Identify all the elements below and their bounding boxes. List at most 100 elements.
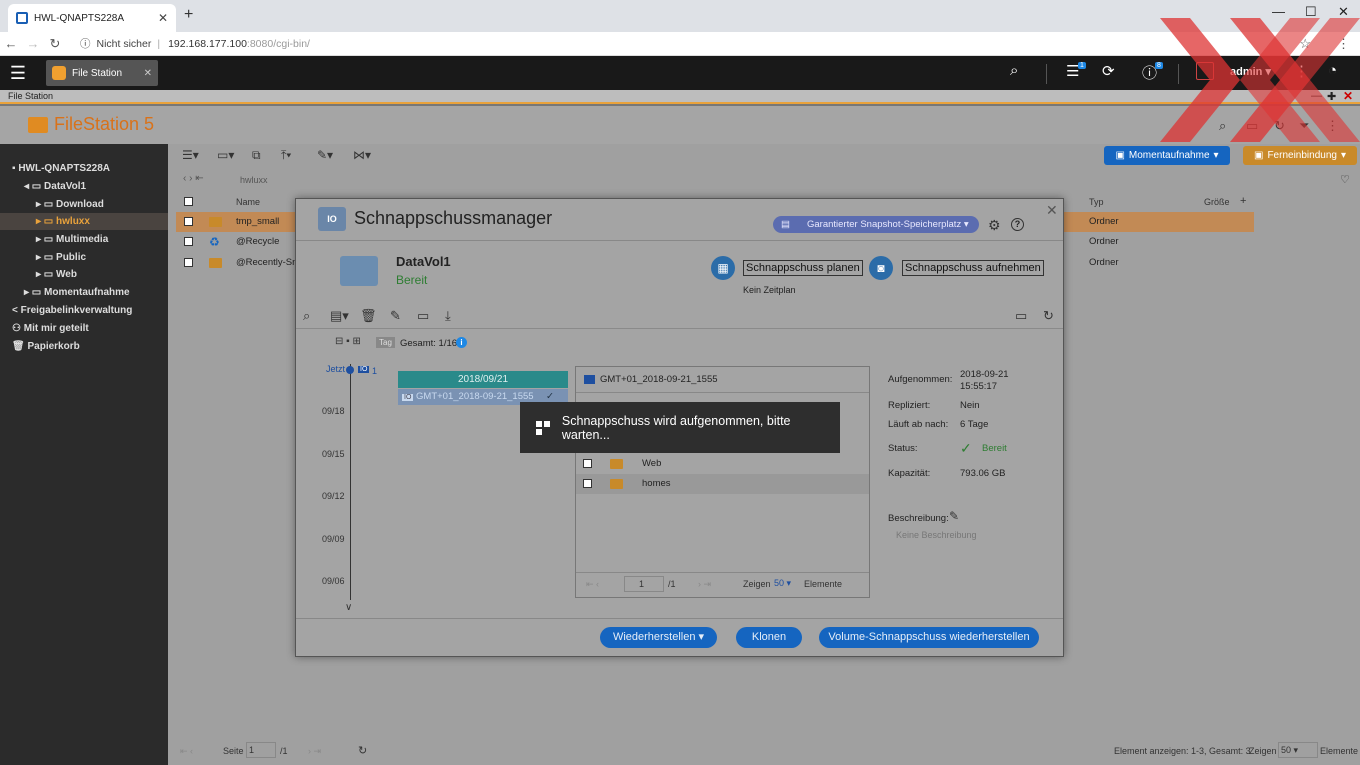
row-checkbox[interactable] — [184, 237, 193, 246]
sidebar-snapshot[interactable]: ▸ ▭ Momentaufnahme — [24, 284, 130, 301]
nav-back-forward-icon[interactable]: ‹ › ⇤ — [183, 173, 204, 184]
sidebar-item-download[interactable]: ▸ ▭ Download — [36, 196, 104, 213]
share-icon[interactable]: ⋈▾ — [353, 148, 371, 162]
row-checkbox[interactable] — [583, 459, 592, 468]
list-item[interactable]: Web — [576, 454, 869, 474]
forward-icon[interactable]: → — [22, 36, 44, 51]
tools-icon[interactable]: ✎▾ — [317, 148, 333, 162]
schedule-status: Kein Zeitplan — [743, 285, 796, 295]
qnap-favicon-icon — [16, 12, 28, 24]
app-header — [0, 106, 1360, 144]
recycle-icon: ♻ — [209, 235, 220, 249]
snapshot-manager-icon: IO — [318, 207, 346, 231]
row-checkbox[interactable] — [184, 217, 193, 226]
edit-description-icon[interactable]: ✎ — [949, 509, 959, 523]
capacity-label: Kapazität: — [888, 468, 931, 479]
help-icon[interactable]: ? — [1011, 218, 1024, 231]
item-summary: Element anzeigen: 1-3, Gesamt: 3 — [1114, 746, 1251, 756]
edit-icon[interactable]: ✎ — [390, 308, 401, 324]
row-checkbox[interactable] — [583, 479, 592, 488]
main-menu-icon[interactable]: ☰ — [0, 63, 36, 84]
separator: | — [157, 37, 161, 50]
remote-mount-button[interactable]: ▣ Ferneinbindung ▾ — [1243, 146, 1357, 165]
clone-button[interactable]: Klonen — [736, 627, 802, 648]
add-column-icon[interactable]: + — [1240, 195, 1246, 207]
sidebar-shared-with-me[interactable]: ⚇ Mit mir geteilt — [12, 320, 89, 337]
storage-icon: ▤ — [781, 219, 790, 230]
sidebar-volume[interactable]: ◂ ▭ DataVol1 — [24, 178, 86, 195]
select-all-checkbox[interactable] — [184, 197, 193, 206]
restore-button[interactable]: Wiederherstellen ▾ — [600, 627, 717, 648]
snapshot-button[interactable]: ▣ Momentaufnahme ▾ — [1104, 146, 1230, 165]
close-tab-icon[interactable]: ✕ — [158, 11, 168, 25]
take-snapshot-button[interactable]: Schnappschuss aufnehmen — [902, 260, 1044, 276]
download-icon[interactable]: ⤓ — [445, 308, 451, 324]
sidebar-volume-label: DataVol1 — [44, 181, 87, 192]
take-snapshot-icon[interactable]: ◙ — [869, 256, 893, 280]
window-view-icon[interactable]: ▭ — [1015, 308, 1027, 324]
schedule-snapshot-button[interactable]: Schnappschuss planen — [743, 260, 863, 276]
security-label[interactable]: Nicht sicher — [97, 38, 152, 50]
new-tab-icon[interactable]: + — [184, 6, 193, 24]
timeline-date: 09/18 — [322, 406, 345, 416]
reload-icon[interactable]: ↻ — [44, 36, 66, 52]
col-name[interactable]: Name — [236, 197, 260, 207]
sidebar-item-public[interactable]: ▸ ▭ Public — [36, 249, 86, 266]
copy-icon[interactable]: ⧉ — [252, 148, 261, 163]
timeline-scroll-down-icon[interactable]: ∨ — [345, 602, 352, 613]
next-page-icon[interactable]: › ⇥ — [308, 746, 321, 757]
url-field[interactable]: 192.168.177.100:8080/cgi-bin/ — [168, 38, 310, 50]
view-list-icon[interactable]: ☰▾ — [182, 148, 199, 162]
sidebar-item-hwluxx[interactable]: ▸ ▭ hwluxx — [0, 213, 168, 230]
page-input[interactable]: 1 — [624, 576, 664, 592]
address-bar: ← → ↻ ⓘ Nicht sicher | 192.168.177.100:8… — [0, 32, 1360, 56]
search-icon[interactable]: ⌕ — [1010, 62, 1018, 79]
timeline-zoom-controls[interactable]: ⊟ ▪ ⊞ — [335, 336, 361, 347]
browser-tab[interactable]: HWL-QNAPTS228A ✕ — [8, 4, 176, 32]
page-input[interactable]: 1 — [246, 742, 276, 758]
first-page-icon[interactable]: ⇤ ‹ — [586, 579, 599, 590]
row-checkbox[interactable] — [184, 258, 193, 267]
col-size[interactable]: Größe — [1204, 197, 1230, 207]
sync-icon[interactable]: ⟳ — [1102, 62, 1115, 80]
app-tab-file-station[interactable]: File Station ✕ — [46, 60, 158, 86]
col-type[interactable]: Typ — [1089, 197, 1104, 207]
timeline-unit[interactable]: Tag — [376, 337, 395, 348]
snapshot-icon: IO — [402, 394, 414, 401]
refresh-icon[interactable]: ↻ — [1043, 308, 1054, 324]
per-page-select[interactable]: 50 ▾ — [772, 576, 800, 592]
file-panel-pager: ⇤ ‹ 1 /1 › ⇥ Zeigen 50 ▾ Elemente — [576, 572, 869, 596]
sidebar-share-links[interactable]: < Freigabelinkverwaltung — [12, 302, 132, 319]
upload-icon[interactable]: ⤒▾ — [281, 148, 291, 163]
volume-restore-button[interactable]: Volume-Schnappschuss wiederherstellen — [819, 627, 1039, 648]
sidebar-item-label: Public — [56, 252, 87, 263]
sidebar-recycle-bin[interactable]: 🗑 Papierkorb — [12, 338, 80, 355]
show-label: Zeigen — [743, 579, 771, 589]
row-type: Ordner — [1089, 236, 1119, 247]
sidebar-host[interactable]: ▪ HWL-QNAPTS228A — [12, 160, 110, 177]
favorite-icon[interactable]: ♡ — [1340, 173, 1350, 186]
back-icon[interactable]: ← — [0, 36, 22, 51]
list-item[interactable]: homes — [576, 474, 869, 494]
view-mode-icon[interactable]: ▤▾ — [330, 308, 349, 324]
sidebar-item-multimedia[interactable]: ▸ ▭ Multimedia — [36, 231, 108, 248]
divider — [1046, 64, 1047, 84]
close-app-tab-icon[interactable]: ✕ — [144, 68, 152, 79]
sidebar-item-web[interactable]: ▸ ▭ Web — [36, 266, 77, 283]
next-page-icon[interactable]: › ⇥ — [698, 579, 711, 590]
delete-icon[interactable]: 🗑 — [360, 308, 377, 324]
description-label: Beschreibung: — [888, 513, 949, 524]
refresh-list-icon[interactable]: ↻ — [358, 744, 367, 757]
first-page-icon[interactable]: ⇤ ‹ — [180, 746, 193, 757]
new-folder-icon[interactable]: ▭▾ — [217, 148, 234, 162]
security-info-icon[interactable]: ⓘ — [80, 36, 91, 51]
calendar-icon[interactable]: ▦ — [711, 256, 735, 280]
gear-icon[interactable]: ⚙ — [988, 217, 1001, 234]
per-page-select[interactable]: 50 ▾ — [1278, 742, 1318, 758]
minimize-icon[interactable]: — — [1272, 4, 1285, 19]
info-icon[interactable]: i — [456, 337, 467, 348]
open-folder-icon[interactable]: ▭ — [417, 308, 429, 324]
dialog-close-icon[interactable]: ✕ — [1046, 202, 1058, 219]
guaranteed-space-button[interactable]: ▤ Garantierter Snapshot-Speicherplatz ▾ — [773, 216, 979, 233]
search-icon[interactable]: ⌕ — [303, 308, 310, 324]
